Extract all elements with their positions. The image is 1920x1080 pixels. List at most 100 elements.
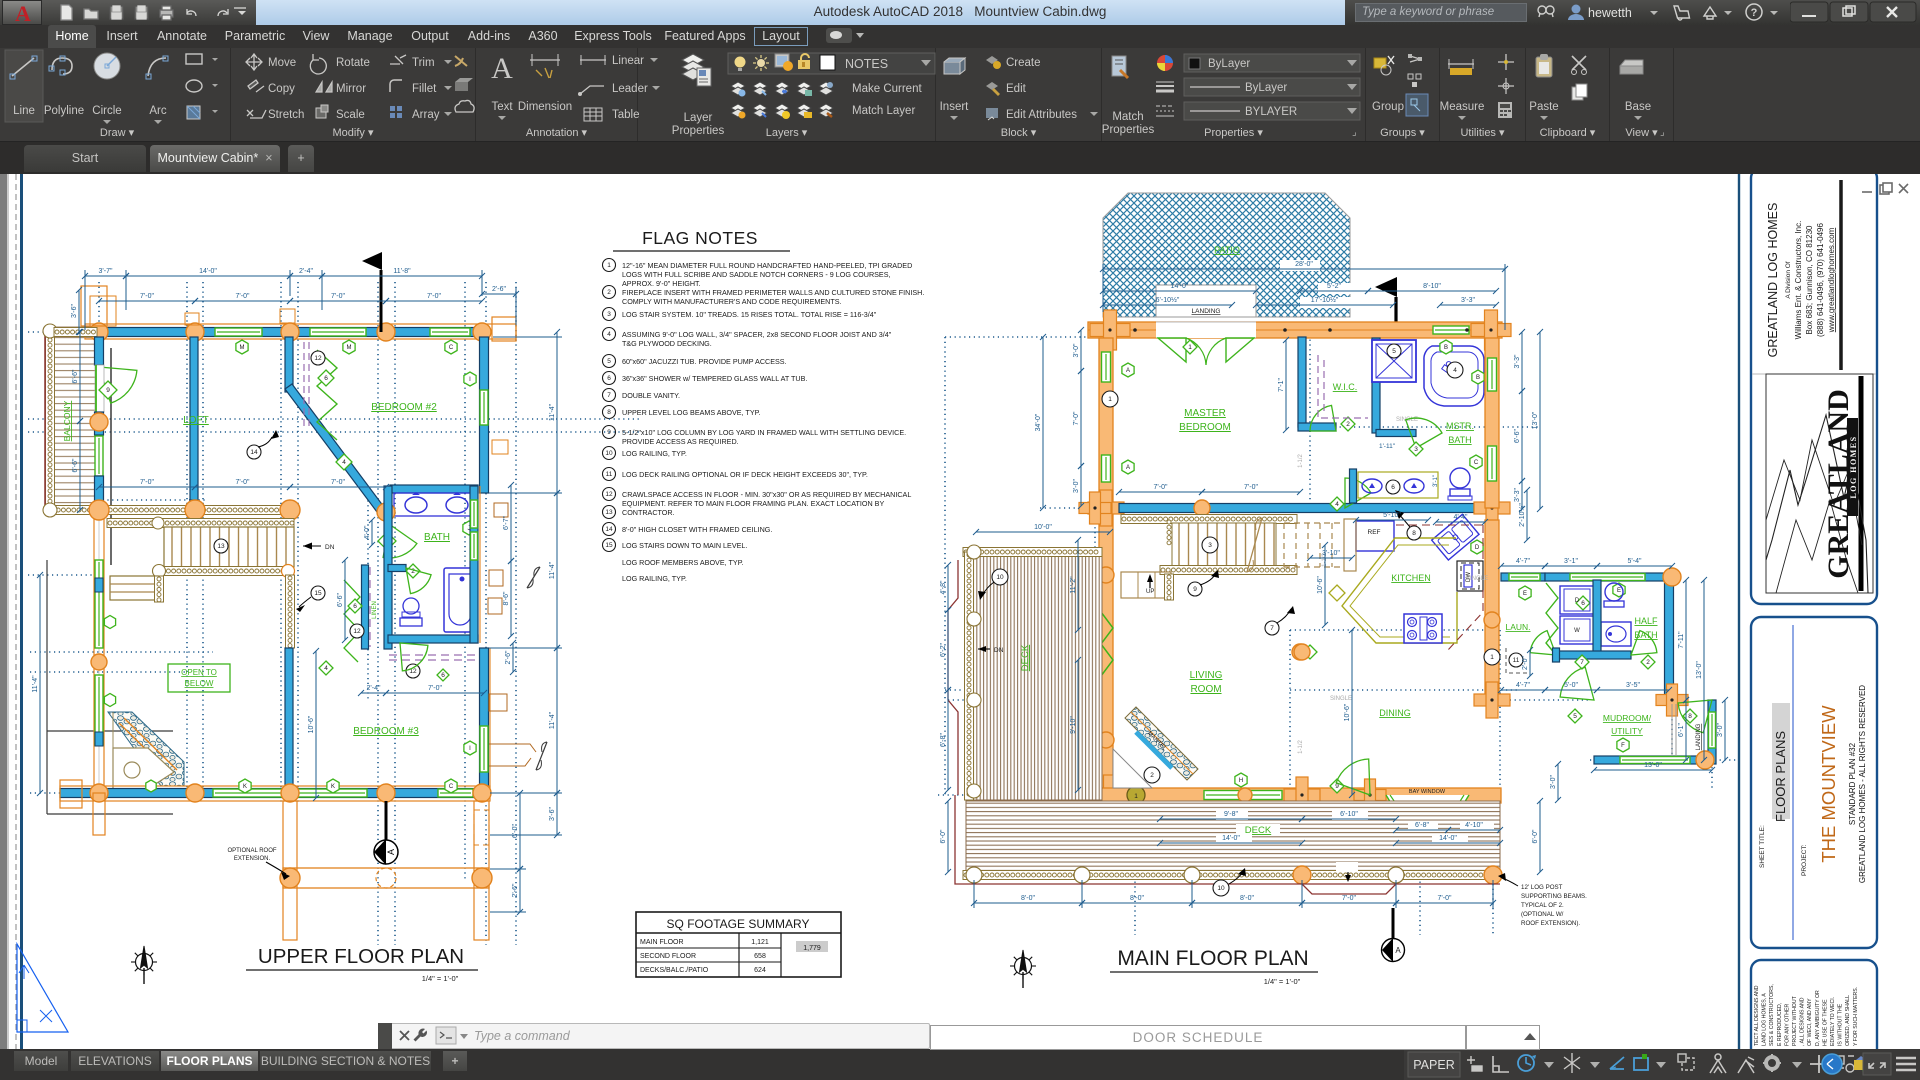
svg-text:www.greatlandloghomes.com: www.greatlandloghomes.com [1827,227,1836,333]
svg-text:4'-4": 4'-4" [1454,514,1468,521]
svg-text:2'-6": 2'-6" [492,286,506,293]
svg-text:SHEET TITLE:: SHEET TITLE: [1759,825,1766,868]
svg-text:2: 2 [607,289,611,296]
svg-text:6'-7": 6'-7" [503,516,510,530]
svg-text:6'-6": 6'-6" [72,458,79,472]
svg-text:SINGLE: SINGLE [1466,576,1488,582]
svg-text:hewetth: hewetth [1588,6,1632,20]
svg-text:UPPER FLOOR PLAN: UPPER FLOOR PLAN [258,945,464,968]
svg-text:B: B [1476,375,1480,381]
svg-text:Layer: Layer [684,112,713,124]
svg-text:LAUN.: LAUN. [1505,622,1530,632]
svg-text:OF WECI, AND ANY: OF WECI, AND ANY [1807,998,1813,1046]
svg-text:CRAWLSPACE ACCESS IN FLOOR - M: CRAWLSPACE ACCESS IN FLOOR - MIN. 30"x30… [622,490,911,499]
svg-text:Copy: Copy [268,83,295,95]
svg-text:E: E [1523,591,1527,597]
svg-text:W.I.C.: W.I.C. [1333,382,1358,392]
svg-text:6: 6 [353,603,357,610]
svg-text:ASSUMING 9'-0" LOG WALL, 3/4": ASSUMING 9'-0" LOG WALL, 3/4" SPACER, 2x… [622,330,892,339]
svg-text:6: 6 [1581,600,1585,607]
svg-text:DECK: DECK [1020,644,1031,671]
svg-text:B: B [1444,345,1448,351]
svg-text:Polyline: Polyline [44,105,84,117]
svg-text:BATH: BATH [1448,435,1471,445]
svg-text:LOG RAILING, TYP.: LOG RAILING, TYP. [622,574,687,583]
svg-text:7'-0": 7'-0" [427,293,441,300]
svg-text:5'-0": 5'-0" [1564,682,1578,689]
svg-text:10'-6": 10'-6" [308,715,315,733]
svg-text:UPPER LEVEL LOG BEAMS ABOVE, T: UPPER LEVEL LOG BEAMS ABOVE, TYP. [622,408,760,417]
svg-text:34'-0": 34'-0" [1035,413,1042,431]
svg-text:MASTER: MASTER [1184,408,1226,419]
svg-text:3'-3": 3'-3" [1514,488,1521,502]
svg-text:UP: UP [1146,589,1154,595]
svg-text:NOTES: NOTES [845,57,888,71]
svg-text:SQ FOOTAGE SUMMARY: SQ FOOTAGE SUMMARY [667,917,810,931]
svg-text:8'-0": 8'-0" [1021,895,1035,902]
svg-text:PROJECT:: PROJECT: [1801,844,1808,876]
svg-text:Circle: Circle [92,105,121,117]
svg-text:A: A [15,1,31,26]
svg-text:7'-0": 7'-0" [331,293,345,300]
svg-text:K: K [243,784,247,790]
svg-text:Paste: Paste [1529,101,1558,113]
svg-text:11'-2": 11'-2" [1070,576,1077,594]
svg-text:15: 15 [314,590,322,597]
svg-text:BALCONY: BALCONY [62,400,72,441]
svg-text:36"x36" SHOWER w/ TEMPERED GLA: 36"x36" SHOWER w/ TEMPERED GLASS WALL AT… [622,374,807,383]
svg-text:LOG STAIRS DOWN TO MAIN LEVEL.: LOG STAIRS DOWN TO MAIN LEVEL. [622,541,747,550]
svg-text:BEDROOM #2: BEDROOM #2 [371,402,437,413]
svg-text:Rotate: Rotate [336,57,370,69]
svg-text:60"x60" JACUZZI TUB. PROVIDE P: 60"x60" JACUZZI TUB. PROVIDE PUMP ACCESS… [622,357,787,366]
svg-text:6: 6 [441,672,445,679]
svg-text:MAIN FLOOR PLAN: MAIN FLOOR PLAN [1117,947,1308,970]
svg-text:15: 15 [605,542,613,549]
svg-text:C: C [449,345,454,351]
svg-text:M: M [347,345,352,351]
svg-text:EXTENSION.: EXTENSION. [234,856,271,862]
svg-text:5-1/2"x10" LOG COLUMN BY LOG Y: 5-1/2"x10" LOG COLUMN BY LOG YARD IN FRA… [622,428,906,437]
svg-text:2'-10½": 2'-10½" [1518,503,1526,527]
svg-text:5: 5 [1392,348,1396,355]
svg-text:7'-0": 7'-0" [1244,484,1258,491]
svg-text:7'-0": 7'-0" [1342,895,1356,902]
svg-text:13: 13 [217,543,225,550]
svg-text:UTILITY: UTILITY [1611,726,1643,736]
svg-text:ROOM: ROOM [1190,684,1221,695]
svg-text:9: 9 [106,387,110,394]
svg-text:7'-0": 7'-0" [1073,411,1080,425]
svg-text:12' LOG POST: 12' LOG POST [1521,884,1563,891]
svg-text:APPROX. 9'-0" HEIGHT.: APPROX. 9'-0" HEIGHT. [622,279,701,288]
svg-text:3'-0": 3'-0" [1073,479,1080,493]
svg-text:N: N [1021,966,1025,972]
svg-text:D: D [1475,545,1480,551]
svg-text:Edit: Edit [1006,83,1027,95]
svg-text:12"-16" MEAN DIAMETER FULL ROU: 12"-16" MEAN DIAMETER FULL ROUND HANDCRA… [622,261,912,270]
svg-text:28'-0": 28'-0" [1295,261,1313,268]
svg-text:1: 1 [1134,793,1138,800]
svg-text:EQUIPMENT. REFER TO MAIN FLOOR: EQUIPMENT. REFER TO MAIN FLOOR FRAMING P… [622,499,884,508]
svg-text:E REPRODUCED,: E REPRODUCED, [1777,1003,1783,1046]
svg-text:A Division Of: A Division Of [1785,261,1792,298]
svg-text:N: N [142,962,146,968]
svg-text:LANDING: LANDING [1696,723,1702,750]
svg-text:3'-1": 3'-1" [1564,558,1578,565]
svg-text:1-1/2: 1-1/2 [1298,454,1304,468]
svg-text:11: 11 [606,471,613,478]
svg-text:11'-8": 11'-8" [393,268,411,275]
svg-text:4: 4 [342,459,346,466]
svg-text:8'-0": 8'-0" [1240,895,1254,902]
svg-text:1: 1 [1490,654,1494,661]
svg-text:7: 7 [607,392,611,399]
svg-text:6'-6": 6'-6" [1514,429,1521,443]
svg-text:11: 11 [1513,657,1520,664]
svg-text:10: 10 [996,574,1004,581]
svg-text:11'-4": 11'-4" [549,561,556,579]
svg-text:SUPPORTING BEAMS.: SUPPORTING BEAMS. [1521,893,1587,900]
svg-text:7'-0": 7'-0" [140,293,154,300]
svg-text:6'-8": 6'-8" [1415,822,1429,829]
svg-text:DN: DN [325,544,335,551]
svg-text:6: 6 [324,375,328,382]
svg-text:A: A [1395,946,1401,955]
svg-text:5'-4": 5'-4" [1628,558,1642,565]
